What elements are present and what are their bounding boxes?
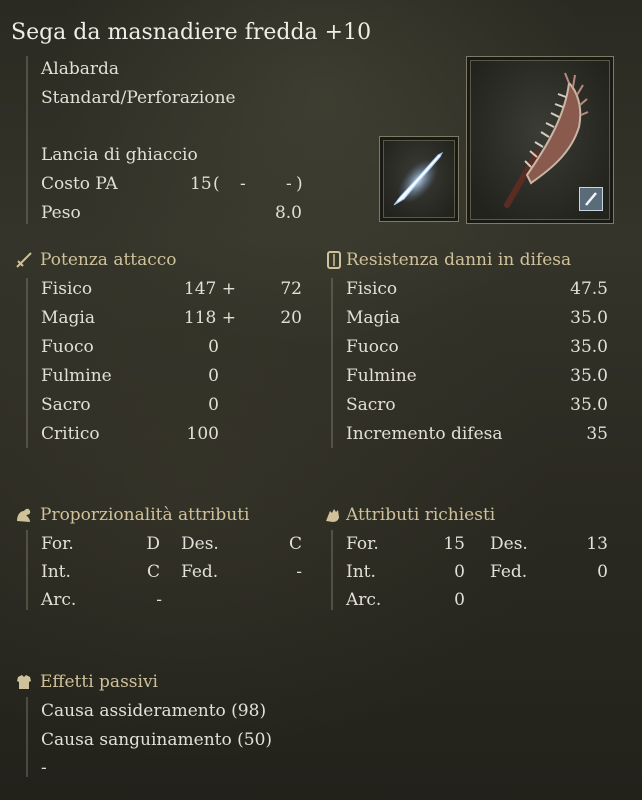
- req-for-label: For.: [346, 534, 379, 554]
- attack-label: Critico: [41, 424, 100, 444]
- fp-cost-mid: -: [240, 174, 246, 194]
- sword-icon: [16, 252, 32, 268]
- divider-line: [331, 278, 333, 448]
- passive-item: -: [41, 758, 47, 778]
- req-for-value: 15: [443, 534, 465, 554]
- scaling-fed-label: Fed.: [181, 562, 219, 582]
- passive-item: Causa assideramento (98): [41, 701, 267, 721]
- attack-label: Fuoco: [41, 337, 94, 357]
- defense-value: 35.0: [570, 337, 608, 357]
- attack-label: Fisico: [41, 279, 93, 299]
- weight-value: 8.0: [274, 203, 302, 223]
- fp-cost-paren-open: (: [213, 174, 220, 194]
- attack-label: Magia: [41, 308, 95, 328]
- skill-name: Lancia di ghiaccio: [41, 145, 198, 165]
- attack-value: 100: [186, 424, 219, 444]
- req-fed-label: Fed.: [490, 562, 528, 582]
- scaling-des-label: Des.: [181, 534, 219, 554]
- sword-badge-icon: [579, 187, 603, 211]
- fp-cost-paren-close: ): [296, 174, 303, 194]
- attack-bonus: 72: [280, 279, 302, 299]
- attack-value: 0: [208, 395, 219, 415]
- scaling-arc-value: -: [156, 590, 162, 610]
- defense-value: 35.0: [570, 308, 608, 328]
- divider-line: [26, 56, 28, 224]
- defense-value: 35.0: [570, 366, 608, 386]
- defense-label: Sacro: [346, 395, 396, 415]
- attack-label: Sacro: [41, 395, 91, 415]
- scaling-arc-label: Arc.: [41, 590, 77, 610]
- weapon-name: Sega da masnadiere fredda +10: [11, 20, 372, 45]
- divider-line: [26, 530, 28, 610]
- req-des-value: 13: [586, 534, 608, 554]
- skill-icon-frame: [379, 136, 459, 222]
- passive-title: Effetti passivi: [40, 672, 158, 692]
- attack-value: 147 +: [183, 279, 236, 299]
- defense-value: 35: [586, 424, 608, 444]
- divider-line: [26, 278, 28, 448]
- attack-value: 0: [208, 366, 219, 386]
- requirements-title: Attributi richiesti: [346, 505, 496, 525]
- damage-type: Standard/Perforazione: [41, 88, 236, 108]
- flexed-arm-icon: [17, 508, 31, 522]
- shield-icon: [327, 251, 341, 269]
- attack-label: Fulmine: [41, 366, 112, 386]
- attack-value: 0: [208, 337, 219, 357]
- divider-line: [26, 697, 28, 777]
- fp-cost-value: 15: [190, 174, 212, 194]
- req-arc-value: 0: [454, 590, 465, 610]
- defense-label: Fulmine: [346, 366, 417, 386]
- scaling-for-label: For.: [41, 534, 74, 554]
- weight-label: Peso: [41, 203, 81, 223]
- defense-label: Fisico: [346, 279, 398, 299]
- weapon-type: Alabarda: [41, 59, 120, 79]
- req-fed-value: 0: [597, 562, 608, 582]
- weapon-image-frame: [466, 56, 614, 224]
- ice-lance-icon: [393, 151, 444, 206]
- scaling-int-value: C: [146, 562, 160, 582]
- defense-title: Resistenza danni in difesa: [346, 250, 572, 270]
- attack-bonus: 20: [280, 308, 302, 328]
- req-int-value: 0: [454, 562, 465, 582]
- scaling-title: Proporzionalità attributi: [40, 505, 250, 525]
- scaling-fed-value: -: [296, 562, 302, 582]
- hand-icon: [326, 509, 339, 522]
- attack-title: Potenza attacco: [40, 250, 177, 270]
- req-int-label: Int.: [346, 562, 376, 582]
- defense-label: Magia: [346, 308, 400, 328]
- req-arc-label: Arc.: [346, 590, 382, 610]
- defense-label: Incremento difesa: [346, 424, 503, 444]
- req-des-label: Des.: [490, 534, 528, 554]
- defense-value: 35.0: [570, 395, 608, 415]
- passive-item: Causa sanguinamento (50): [41, 730, 273, 750]
- fp-cost-end: -: [286, 174, 292, 194]
- divider-line: [331, 530, 333, 610]
- fp-cost-label: Costo PA: [41, 174, 118, 194]
- scaling-des-value: C: [288, 534, 302, 554]
- defense-value: 47.5: [570, 279, 608, 299]
- attack-value: 118 +: [183, 308, 236, 328]
- scaling-int-label: Int.: [41, 562, 71, 582]
- defense-label: Fuoco: [346, 337, 399, 357]
- armor-icon: [17, 675, 31, 689]
- scaling-for-value: D: [146, 534, 160, 554]
